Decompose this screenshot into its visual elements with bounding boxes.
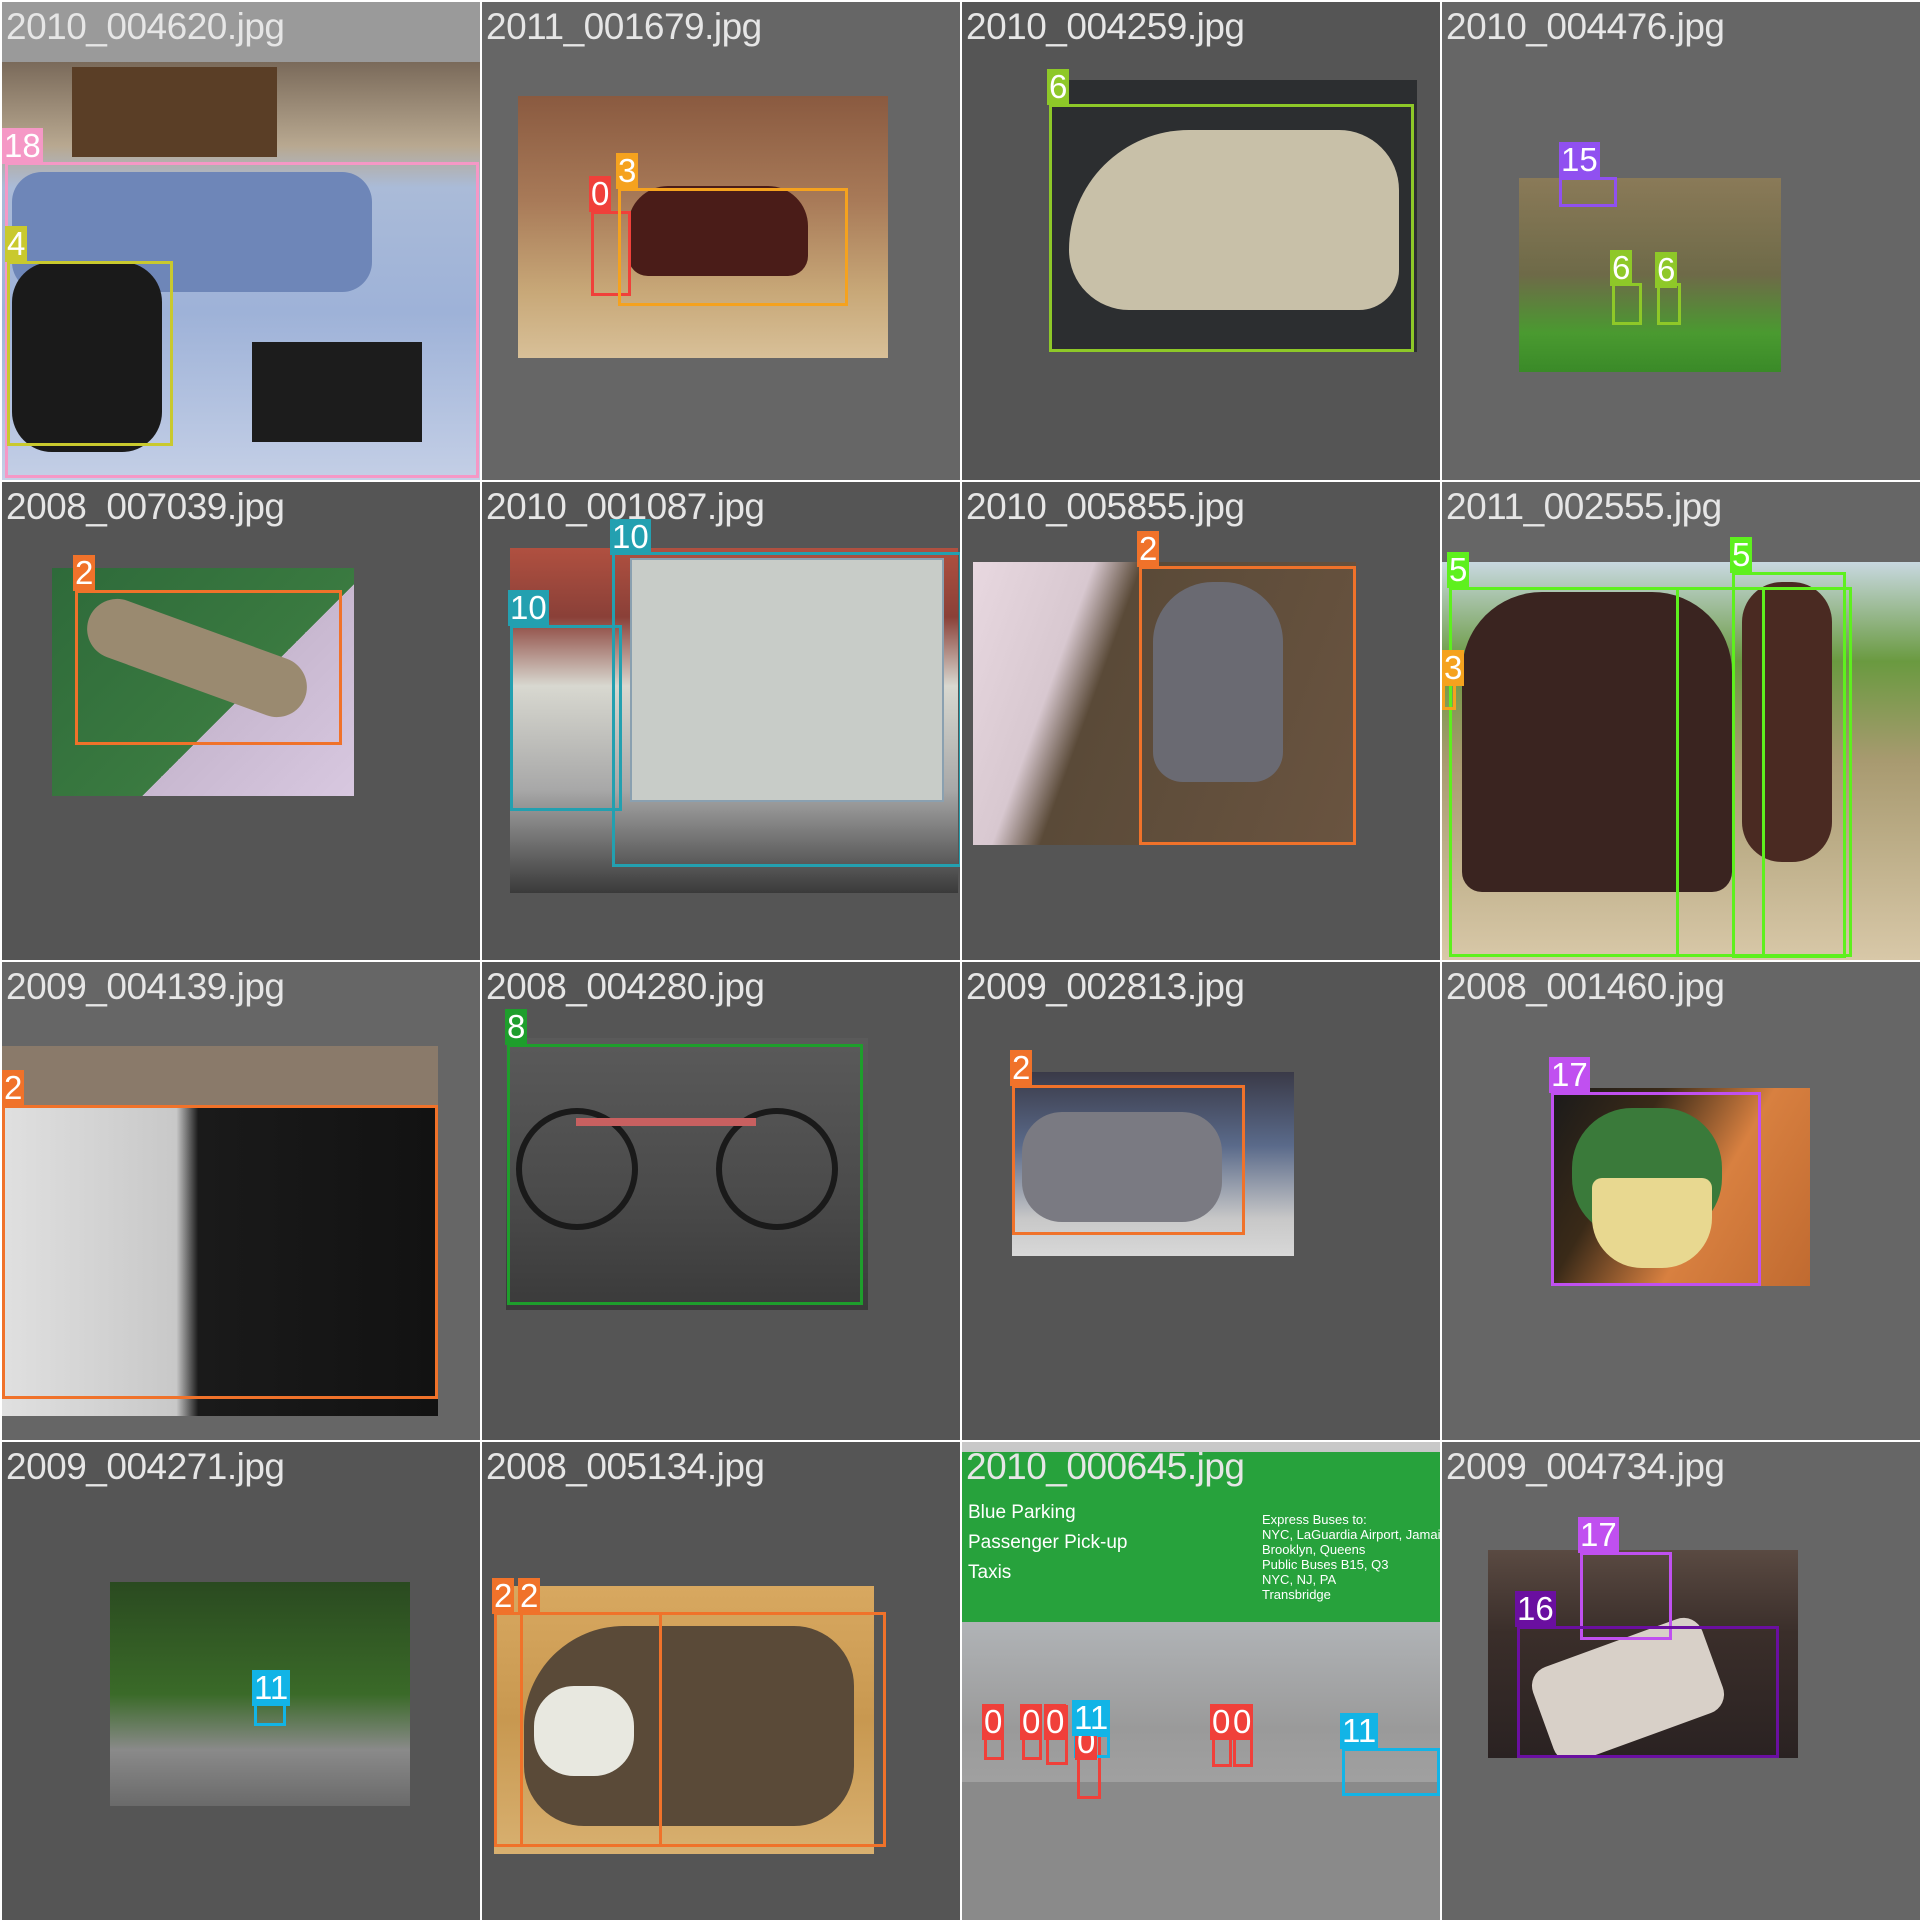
grid-tile[interactable]: 2009_004139.jpg 2 [2,962,480,1440]
tile-filename: 2008_004280.jpg [486,966,765,1007]
road [962,1782,1440,1920]
tile-filename: 2009_002813.jpg [966,966,1245,1007]
tile-filename: 2010_004259.jpg [966,6,1245,47]
label-0: 0 [589,175,612,212]
tile-filename: 2009_004271.jpg [6,1446,285,1487]
sign-text: Express Buses to: [1262,1512,1367,1527]
tile-image: Blue Parking Passenger Pick-up Taxis Exp… [962,1442,1440,1920]
tile-filename: 2010_001087.jpg [486,486,765,527]
label-3: 3 [616,152,639,189]
tile-filename: 2008_007039.jpg [6,486,285,527]
grid-tile[interactable]: 2009_004271.jpg 11 [2,1442,480,1920]
bbox-6 [1049,104,1414,352]
label-6: 6 [1047,68,1070,105]
label-8: 8 [505,1008,528,1045]
label-2: 2 [73,554,96,591]
shelf-background [2,1046,438,1106]
label-4: 4 [5,225,28,262]
grid-tile[interactable]: 2010_005855.jpg 2 [962,482,1440,960]
tile-filename: 2008_005134.jpg [486,1446,765,1487]
tile-filename: 2011_001679.jpg [486,6,762,47]
bbox-15 [1559,177,1617,207]
label-6: 6 [1610,249,1633,286]
bbox-10 [510,625,622,811]
label-2: 2 [1010,1049,1033,1086]
label-6: 6 [1655,251,1678,288]
bbox-8 [507,1044,863,1305]
grid-tile[interactable]: 2008_007039.jpg 2 [2,482,480,960]
tile-filename: 2008_001460.jpg [1446,966,1725,1007]
label-0: 0 [982,1703,1005,1740]
sign-text: NYC, LaGuardia Airport, Jamaica Station [1262,1527,1440,1542]
grid-tile[interactable]: 2008_004280.jpg 8 [482,962,960,1440]
sign-text: Passenger Pick-up [968,1532,1128,1553]
label-5: 5 [1730,536,1753,573]
grid-tile[interactable]: Blue Parking Passenger Pick-up Taxis Exp… [962,1442,1440,1920]
label-5: 5 [1447,551,1470,588]
bbox-2 [520,1612,886,1847]
bbox-2 [75,590,342,745]
label-10: 10 [508,589,549,626]
tile-image [1519,178,1781,372]
label-2: 2 [492,1577,515,1614]
label-11: 11 [1340,1712,1379,1749]
grid-tile[interactable]: 2009_004734.jpg 17 16 [1442,1442,1920,1920]
sign-text: Blue Parking [968,1502,1076,1523]
label-11: 11 [252,1669,291,1706]
bbox-17 [1551,1092,1761,1286]
bbox-10 [612,552,960,867]
sign-text: NYC, NJ, PA [1262,1572,1337,1587]
label-15: 15 [1559,141,1600,178]
tile-filename: 2009_004139.jpg [6,966,285,1007]
label-11: 11 [1072,1699,1111,1736]
bbox-6b [1657,283,1681,325]
grid-tile[interactable]: 2010_004259.jpg 6 [962,2,1440,480]
tile-filename: 2009_004734.jpg [1446,1446,1725,1487]
tile-filename: 2010_005855.jpg [966,486,1245,527]
sign-text: Taxis [968,1562,1012,1583]
mirror-frame [72,67,277,157]
label-2: 2 [2,1069,25,1106]
label-2: 2 [518,1577,541,1614]
grid-tile[interactable]: 2010_001087.jpg 10 10 [482,482,960,960]
grid-tile[interactable]: 2011_002555.jpg 5 5 3 [1442,482,1920,960]
bbox-11 [1342,1748,1440,1796]
label-3: 3 [1442,649,1465,686]
label-17: 17 [1549,1056,1590,1093]
grid-tile[interactable]: 2008_001460.jpg 17 [1442,962,1920,1440]
bbox-2 [2,1105,438,1399]
label-0: 0 [1210,1703,1233,1740]
label-0: 0 [1020,1703,1043,1740]
bbox-16 [1517,1626,1779,1758]
bbox-2 [1012,1085,1245,1235]
grid-tile[interactable]: 2010_004620.jpg 18 4 [2,2,480,480]
label-18: 18 [2,127,43,164]
sign-text: Brooklyn, Queens [1262,1542,1366,1557]
bbox-2 [1139,566,1356,845]
grid-tile[interactable]: 2009_002813.jpg 2 [962,962,1440,1440]
bbox-5 [1676,587,1852,957]
grid-tile[interactable]: 2008_005134.jpg 2 2 [482,1442,960,1920]
tile-filename: 2010_004620.jpg [6,6,285,47]
tile-filename: 2010_000645.jpg [966,1446,1245,1487]
label-17: 17 [1578,1516,1619,1553]
bbox-3 [618,188,848,306]
bbox-4 [7,261,173,446]
tile-filename: 2011_002555.jpg [1446,486,1722,527]
label-0: 0 [1044,1703,1067,1740]
tile-filename: 2010_004476.jpg [1446,6,1725,47]
label-0: 0 [1231,1703,1254,1740]
grid-tile[interactable]: 2011_001679.jpg 0 3 [482,2,960,480]
label-2: 2 [1137,530,1160,567]
label-16: 16 [1515,1590,1556,1627]
grid-tile[interactable]: 2010_004476.jpg 15 6 6 [1442,2,1920,480]
bbox-6a [1612,283,1642,325]
sign-text: Public Buses B15, Q3 [1262,1557,1389,1572]
sign-text: Transbridge [1262,1587,1331,1602]
